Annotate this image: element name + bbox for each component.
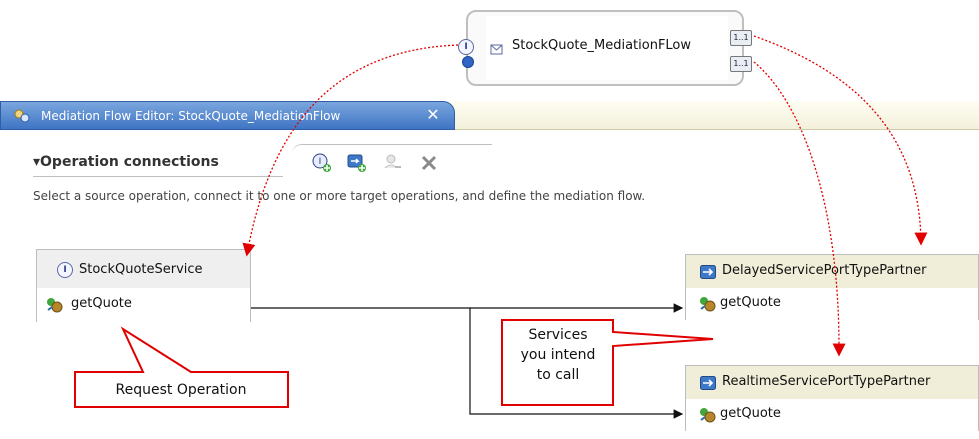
annotation-layer	[74, 35, 928, 419]
annotation-arrow	[753, 35, 928, 246]
services-label-line1: Services	[528, 327, 588, 343]
services-label-line2: you intend	[520, 347, 596, 363]
services-label-line3: to call	[536, 367, 580, 383]
annotation-arrow	[753, 61, 846, 357]
connection-line[interactable]	[251, 307, 684, 419]
request-operation-label: Request Operation	[115, 382, 247, 398]
annotation-arrow	[242, 44, 459, 257]
